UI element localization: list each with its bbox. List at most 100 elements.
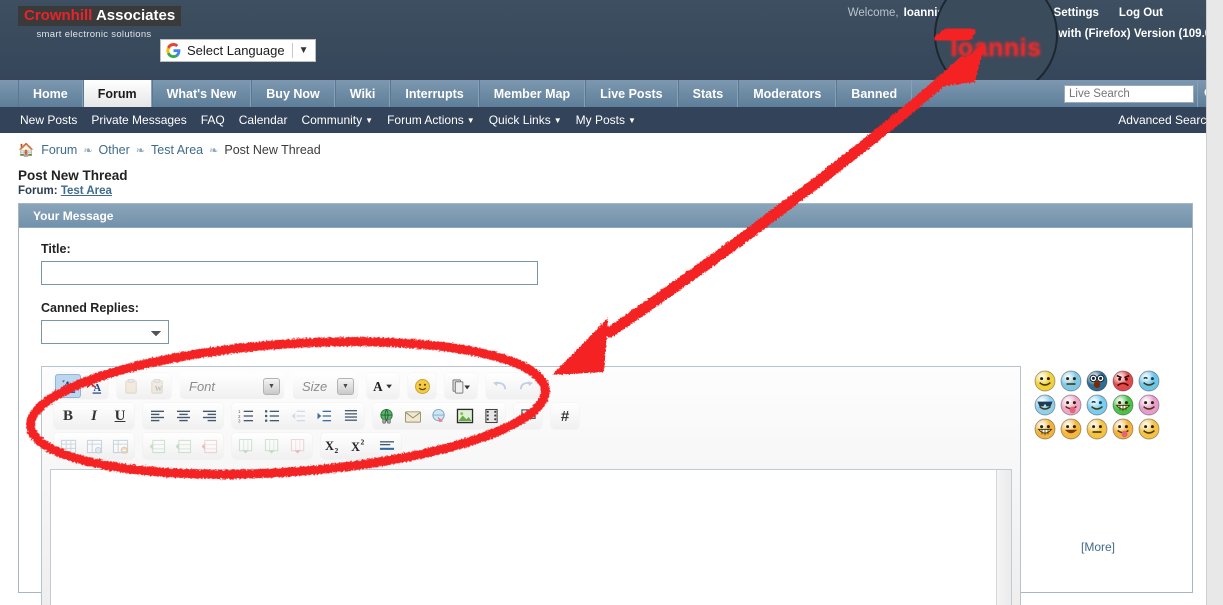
page-scrollbar[interactable] (1206, 0, 1223, 605)
smilies-more-link[interactable]: [More] (1081, 540, 1115, 554)
nav-tab-member-map[interactable]: Member Map (478, 80, 586, 107)
table-properties-icon[interactable] (81, 434, 107, 458)
nav-tab-home[interactable]: Home (18, 80, 83, 107)
undo-icon[interactable] (487, 374, 513, 398)
smiley-wink-blue-icon[interactable] (1086, 394, 1108, 416)
language-selector[interactable]: Select Language ▼ (160, 39, 316, 62)
svg-text:3: 3 (238, 419, 241, 423)
text-color-icon[interactable]: A (368, 374, 398, 398)
insert-code-icon[interactable]: # (552, 404, 578, 428)
breadcrumb-item-forum[interactable]: Forum (41, 143, 77, 157)
insert-quote-icon[interactable] (515, 404, 541, 428)
unlink-icon[interactable] (426, 404, 452, 428)
remove-text-color-icon[interactable]: AA (81, 374, 107, 398)
nav-tab-interrupts[interactable]: Interrupts (390, 80, 479, 107)
nav-tab-buy-now[interactable]: Buy Now (251, 80, 335, 107)
attachment-icon[interactable] (446, 374, 476, 398)
underline-icon[interactable]: U (107, 404, 133, 428)
nav-tab-banned[interactable]: Banned (836, 80, 913, 107)
nav-label: Moderators (753, 86, 822, 101)
logout-link[interactable]: Log Out (1119, 7, 1163, 19)
redo-icon[interactable] (513, 374, 539, 398)
insert-row-before-icon[interactable] (144, 434, 170, 458)
smiley-tongue-icon[interactable] (1060, 394, 1082, 416)
remove-formatting-icon[interactable]: A (55, 374, 81, 398)
smiley-cool-icon[interactable] (1034, 394, 1056, 416)
paste-from-word-icon[interactable]: W (144, 374, 170, 398)
subnav-item-quick-links[interactable]: Quick Links ▼ (489, 113, 562, 127)
settings-link[interactable]: Settings (1054, 7, 1099, 19)
outdent-icon[interactable] (285, 404, 311, 428)
subnav-item-private-messages[interactable]: Private Messages (91, 113, 186, 127)
italic-icon[interactable]: I (81, 404, 107, 428)
insert-image-icon[interactable] (452, 404, 478, 428)
blockquote-icon[interactable] (337, 404, 363, 428)
smiley-tongue-out-icon[interactable] (1112, 418, 1134, 440)
delete-table-icon[interactable] (107, 434, 133, 458)
font-family-select[interactable]: Font ▼ (180, 373, 284, 399)
insert-column-before-icon[interactable] (233, 434, 259, 458)
smiley-unsure-icon[interactable] (1086, 418, 1108, 440)
unordered-list-icon[interactable] (259, 404, 285, 428)
nav-tab-wiki[interactable]: Wiki (334, 80, 391, 107)
nav-tab-moderators[interactable]: Moderators (738, 80, 837, 107)
breadcrumb-item-test-area[interactable]: Test Area (151, 143, 203, 157)
paste-icon[interactable] (118, 374, 144, 398)
ordered-list-icon[interactable]: 123 (233, 404, 259, 428)
breadcrumb-separator-icon: ❧ (209, 144, 219, 157)
insert-video-icon[interactable] (478, 404, 504, 428)
horizontal-rule-icon[interactable] (374, 434, 400, 458)
delete-row-icon[interactable] (196, 434, 222, 458)
language-label: Select Language (187, 43, 285, 58)
font-size-select[interactable]: Size ▼ (293, 373, 358, 399)
nav-tab-forum[interactable]: Forum (82, 80, 152, 107)
bold-icon[interactable]: B (55, 404, 81, 428)
insert-link-icon[interactable] (374, 404, 400, 428)
align-right-icon[interactable] (196, 404, 222, 428)
superscript-icon[interactable]: X2 (348, 434, 374, 458)
smiley-confused-icon[interactable] (1060, 370, 1082, 392)
smiley-laugh-icon[interactable] (1060, 418, 1082, 440)
nav-tab-live-posts[interactable]: Live Posts (585, 80, 678, 107)
align-center-icon[interactable] (170, 404, 196, 428)
subnav-item-my-posts[interactable]: My Posts ▼ (576, 113, 636, 127)
smiley-surprised-icon[interactable] (1086, 370, 1108, 392)
smiley-blush-icon[interactable] (1138, 394, 1160, 416)
editor-scrollbar[interactable] (996, 470, 1011, 605)
advanced-search-link[interactable]: Advanced Search (1118, 113, 1213, 127)
delete-column-icon[interactable] (285, 434, 311, 458)
nav-tab-stats[interactable]: Stats (677, 80, 739, 107)
smiley-wink-icon[interactable] (1138, 370, 1160, 392)
nav-label: Live Posts (600, 86, 663, 101)
align-left-icon[interactable] (144, 404, 170, 428)
smilies-icon[interactable] (409, 374, 435, 398)
message-body-input[interactable] (50, 469, 1012, 605)
subnav-item-forum-actions[interactable]: Forum Actions ▼ (387, 113, 475, 127)
smiley-grin-green-icon[interactable] (1112, 394, 1134, 416)
smiley-smile-icon[interactable] (1138, 418, 1160, 440)
search-input[interactable] (1064, 84, 1194, 103)
subnav-item-new-posts[interactable]: New Posts (20, 113, 77, 127)
insert-table-icon[interactable] (55, 434, 81, 458)
nav-tab-whats-new[interactable]: What's New (151, 80, 252, 107)
site-logo[interactable]: Crownhill Associates smart electronic so… (18, 6, 182, 40)
subnav-item-calendar[interactable]: Calendar (239, 113, 288, 127)
subnav-item-community[interactable]: Community ▼ (301, 113, 373, 127)
home-icon[interactable]: 🏠 (18, 142, 34, 158)
insert-row-after-icon[interactable] (170, 434, 196, 458)
indent-icon[interactable] (311, 404, 337, 428)
subscript-icon[interactable]: X2 (322, 434, 348, 458)
thread-title-input[interactable] (41, 261, 538, 285)
subnav-item-faq[interactable]: FAQ (201, 113, 225, 127)
forum-name-link[interactable]: Test Area (61, 185, 112, 197)
canned-replies-select[interactable] (41, 320, 169, 344)
chevron-down-icon[interactable]: ▼ (293, 45, 309, 56)
smiley-happy-icon[interactable] (1034, 370, 1056, 392)
smiley-grin-orange-icon[interactable] (1034, 418, 1056, 440)
secondary-navigation: New Posts Private Messages FAQ Calendar … (0, 107, 1223, 133)
logged-in-status: ng with (Firefox) Version (109.0) (1041, 28, 1215, 40)
breadcrumb-item-other[interactable]: Other (99, 143, 130, 157)
insert-column-after-icon[interactable] (259, 434, 285, 458)
insert-email-icon[interactable] (400, 404, 426, 428)
smiley-angry-icon[interactable] (1112, 370, 1134, 392)
